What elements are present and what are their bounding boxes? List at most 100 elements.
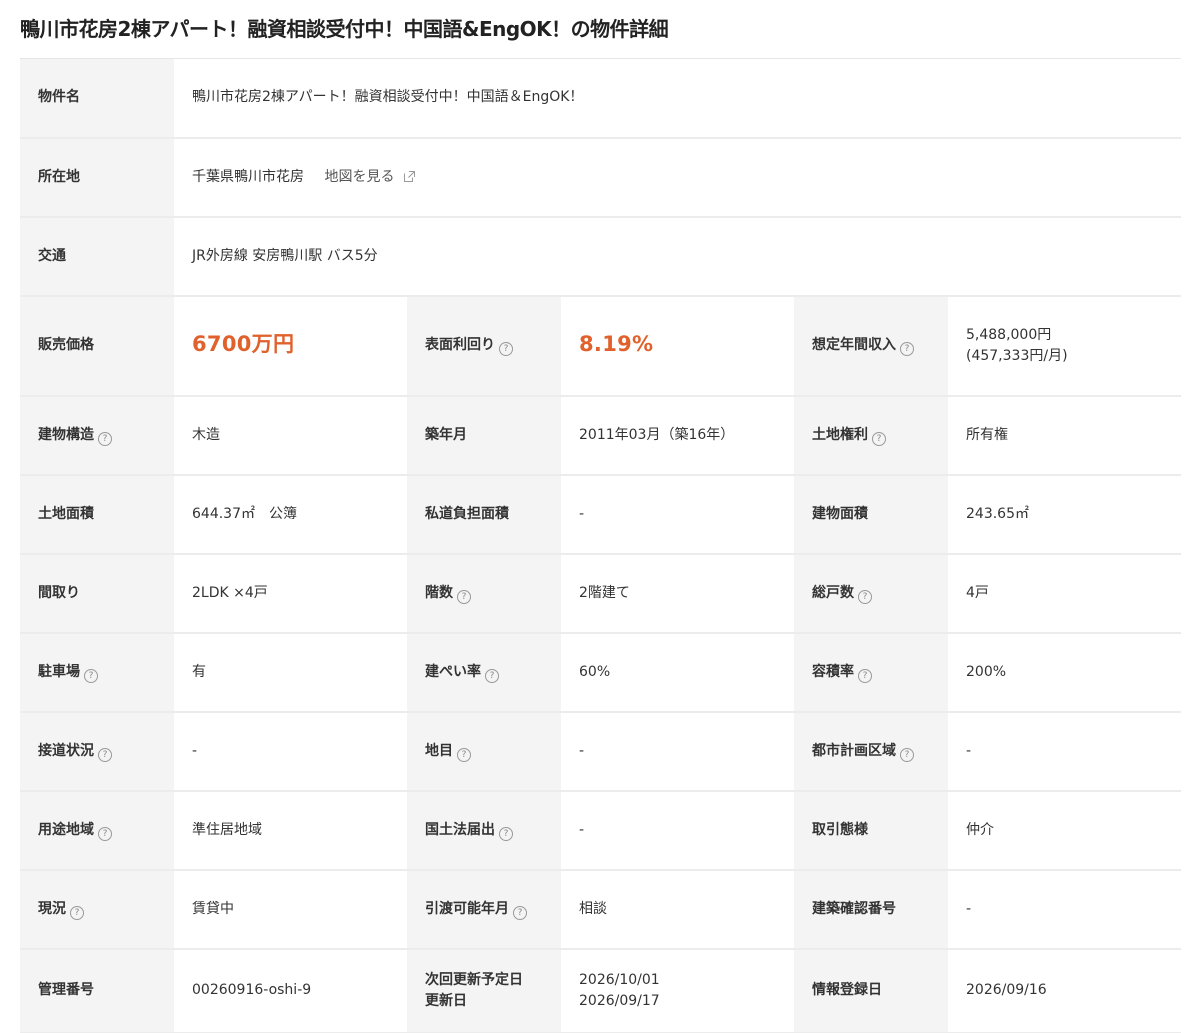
price-value: 6700万円 [192,331,295,356]
name-value: 鴨川市花房2棟アパート！融資相談受付中！中国語＆EngOK！ [174,58,1182,139]
row-road: 接道状況? - 地目? - 都市計画区域? - [20,711,1182,792]
building-confirm-value: - [948,869,1182,950]
question-circle-icon[interactable]: ? [84,668,98,683]
question-circle-icon[interactable]: ? [858,668,872,683]
status-label: 現況 [38,900,66,917]
coverage-value: 60% [561,632,794,713]
update-cell: 2026/10/01 2026/09/17 [561,948,794,1033]
national-land-label: 国土法届出 [425,821,495,838]
land-rights-label-cell: 土地権利? [794,395,948,476]
parking-value: 有 [174,632,407,713]
location-value: 千葉県鴨川市花房 [192,168,304,185]
parking-label: 駐車場 [38,663,80,680]
price-label: 販売価格 [20,295,174,397]
row-parking: 駐車場? 有 建ぺい率? 60% 容積率? 200% [20,632,1182,713]
row-name: 物件名 鴨川市花房2棟アパート！融資相談受付中！中国語＆EngOK！ [20,58,1182,139]
map-link[interactable]: 地図を見る [324,169,415,185]
land-rights-value: 所有権 [948,395,1182,476]
price-cell: 6700万円 [174,295,407,397]
transaction-label: 取引態様 [794,790,948,871]
question-circle-icon[interactable]: ? [98,431,112,446]
updated-value: 2026/09/17 [579,992,660,1009]
question-circle-icon[interactable]: ? [900,747,914,762]
zoning-label-cell: 用途地域? [20,790,174,871]
yield-cell: 8.19% [561,295,794,397]
question-circle-icon[interactable]: ? [499,826,513,841]
structure-value: 木造 [174,395,407,476]
management-label: 管理番号 [20,948,174,1033]
page-title: 鴨川市花房2棟アパート！融資相談受付中！中国語&EngOK！の物件詳細 [20,17,669,41]
building-area-value: 243.65㎡ [948,474,1182,555]
yield-value: 8.19% [579,331,654,356]
income-cell: 5,488,000円 (457,333円/月) [948,295,1182,397]
city-planning-label-cell: 都市計画区域? [794,711,948,792]
far-label-cell: 容積率? [794,632,948,713]
update-label-cell: 次回更新予定日 更新日 [407,948,561,1033]
updated-label: 更新日 [425,992,467,1009]
next-update-value: 2026/10/01 [579,971,660,988]
status-value: 賃貸中 [174,869,407,950]
location-label: 所在地 [20,137,174,218]
layout-label: 間取り [20,553,174,634]
land-category-label-cell: 地目? [407,711,561,792]
land-category-label: 地目 [425,742,453,759]
next-update-label: 次回更新予定日 [425,971,523,988]
question-circle-icon[interactable]: ? [872,431,886,446]
property-detail-table: 物件名 鴨川市花房2棟アパート！融資相談受付中！中国語＆EngOK！ 所在地 千… [20,58,1182,1033]
question-circle-icon[interactable]: ? [457,589,471,604]
road-label: 接道状況 [38,742,94,759]
question-circle-icon[interactable]: ? [457,747,471,762]
handover-label-cell: 引渡可能年月? [407,869,561,950]
transport-label: 交通 [20,216,174,297]
question-circle-icon[interactable]: ? [98,826,112,841]
income-label: 想定年間収入 [812,337,896,353]
question-circle-icon[interactable]: ? [98,747,112,762]
land-category-value: - [561,711,794,792]
yield-label-cell: 表面利回り? [407,295,561,397]
registered-label: 情報登録日 [794,948,948,1033]
built-value: 2011年03月（築16年） [561,395,794,476]
question-circle-icon[interactable]: ? [70,905,84,920]
row-layout: 間取り 2LDK ×4戸 階数? 2階建て 総戸数? 4戸 [20,553,1182,634]
row-zoning: 用途地域? 準住居地域 国土法届出? - 取引態様 仲介 [20,790,1182,871]
registered-value: 2026/09/16 [948,948,1182,1033]
yield-label: 表面利回り [425,337,495,353]
land-area-value: 644.37㎡ 公簿 [174,474,407,555]
building-confirm-label: 建築確認番号 [794,869,948,950]
income-monthly: (457,333円/月) [966,347,1068,364]
property-detail-page: 鴨川市花房2棟アパート！融資相談受付中！中国語&EngOK！の物件詳細 物件名 … [0,0,1200,1033]
parking-label-cell: 駐車場? [20,632,174,713]
city-planning-label: 都市計画区域 [812,742,896,759]
row-structure: 建物構造? 木造 築年月 2011年03月（築16年） 土地権利? 所有権 [20,395,1182,476]
land-rights-label: 土地権利 [812,426,868,443]
question-circle-icon[interactable]: ? [513,905,527,920]
question-circle-icon[interactable]: ? [900,342,914,356]
handover-value: 相談 [561,869,794,950]
status-label-cell: 現況? [20,869,174,950]
far-label: 容積率 [812,663,854,680]
question-circle-icon[interactable]: ? [499,342,513,356]
question-circle-icon[interactable]: ? [485,668,499,683]
structure-label: 建物構造 [38,426,94,443]
coverage-label: 建ぺい率 [425,663,481,680]
far-value: 200% [948,632,1182,713]
units-label-cell: 総戸数? [794,553,948,634]
management-value: 00260916-oshi-9 [174,948,407,1033]
building-area-label: 建物面積 [794,474,948,555]
transport-value: JR外房線 安房鴨川駅 バス5分 [174,216,1182,297]
location-cell: 千葉県鴨川市花房 地図を見る [174,137,1182,218]
question-circle-icon[interactable]: ? [858,589,872,604]
zoning-label: 用途地域 [38,821,94,838]
units-value: 4戸 [948,553,1182,634]
row-status: 現況? 賃貸中 引渡可能年月? 相談 建築確認番号 - [20,869,1182,950]
row-management: 管理番号 00260916-oshi-9 次回更新予定日 更新日 2026/10… [20,948,1182,1033]
floors-value: 2階建て [561,553,794,634]
row-price: 販売価格 6700万円 表面利回り? 8.19% 想定年間収入? 5,488,0… [20,295,1182,397]
road-label-cell: 接道状況? [20,711,174,792]
national-land-value: - [561,790,794,871]
handover-label: 引渡可能年月 [425,900,509,917]
city-planning-value: - [948,711,1182,792]
row-area: 土地面積 644.37㎡ 公簿 私道負担面積 - 建物面積 243.65㎡ [20,474,1182,555]
units-label: 総戸数 [812,584,854,601]
built-label: 築年月 [407,395,561,476]
